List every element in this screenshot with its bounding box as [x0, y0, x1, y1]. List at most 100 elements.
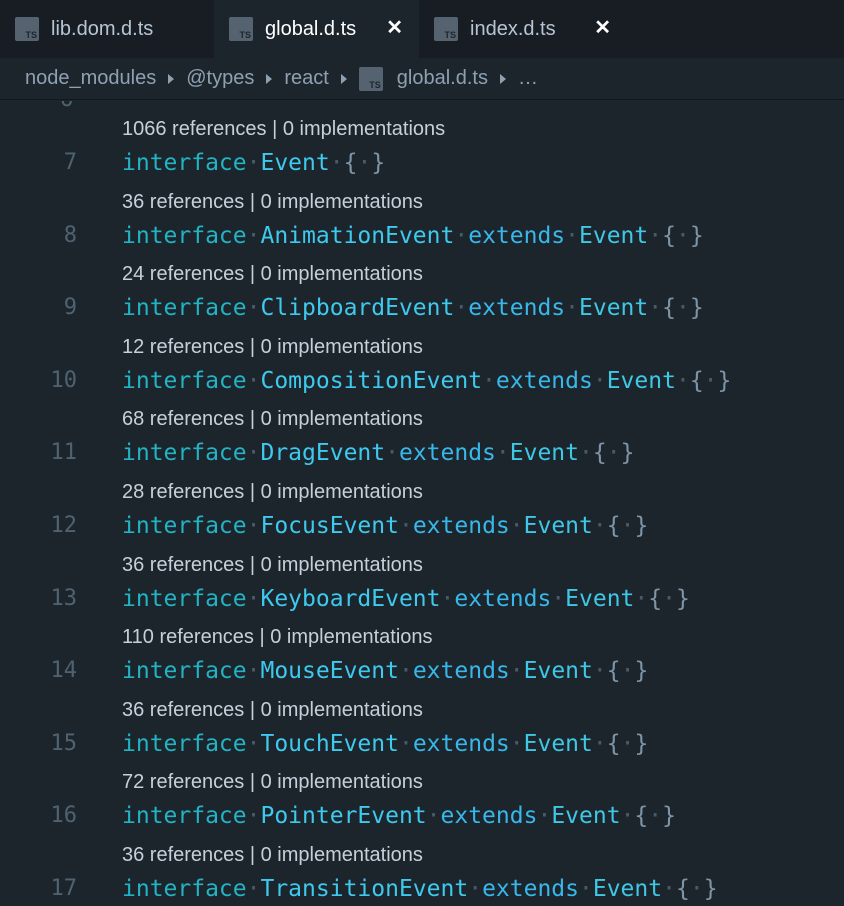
- base-type-token: Event: [509, 440, 580, 467]
- code-line[interactable]: 13 interface·KeyboardEvent·extends·Event·…: [0, 586, 844, 616]
- code-line[interactable]: 17 interface·TransitionEvent·extends·Even…: [0, 876, 844, 906]
- whitespace-marker: ·: [551, 585, 566, 612]
- braces-token: {·}: [662, 222, 704, 249]
- codelens-references[interactable]: 36 references | 0 implementations: [122, 554, 423, 577]
- tab-bar: TS lib.dom.d.ts TS global.d.ts ✕ TS inde…: [0, 0, 844, 58]
- braces-token: {·}: [606, 513, 649, 539]
- whitespace-marker: ·: [495, 440, 510, 467]
- code-line[interactable]: 10 interface·CompositionEvent·extends·Eve…: [0, 368, 844, 398]
- braces-token: {·}: [606, 730, 649, 757]
- type-name-token: DragEvent: [260, 440, 386, 467]
- codelens-references[interactable]: 24 references | 0 implementations: [122, 263, 423, 286]
- typescript-file-icon: TS: [358, 66, 383, 91]
- breadcrumb-more[interactable]: …: [518, 67, 538, 90]
- typescript-icon-label: TS: [25, 30, 37, 40]
- breadcrumb: node_modules @types react TS global.d.ts…: [0, 58, 844, 100]
- keyword-token: interface: [122, 585, 247, 612]
- codelens-references[interactable]: 12 references | 0 implementations: [122, 336, 423, 359]
- close-icon[interactable]: ✕: [594, 16, 611, 40]
- base-type-token: Event: [523, 730, 593, 757]
- typescript-file-icon: TS: [15, 17, 39, 41]
- tab-label: global.d.ts: [265, 17, 357, 40]
- line-number: 12: [50, 513, 78, 538]
- code-line[interactable]: 9 interface·ClipboardEvent·extends·Event·…: [0, 295, 844, 325]
- braces-token: {·}: [648, 585, 690, 612]
- code-line[interactable]: 7 interface·Event·{·}: [0, 150, 844, 180]
- whitespace-marker: ·: [565, 222, 580, 249]
- codelens-references[interactable]: 72 references | 0 implementations: [122, 771, 423, 794]
- code-text: interface·TransitionEvent·extends·Event·…: [122, 876, 718, 902]
- code-line[interactable]: 15 interface·TouchEvent·extends·Event·{·}: [0, 731, 844, 761]
- tab-label: index.d.ts: [470, 17, 556, 40]
- braces-token: {·}: [606, 658, 649, 685]
- code-line[interactable]: 8 interface·AnimationEvent·extends·Event·…: [0, 223, 844, 253]
- codelens-references[interactable]: 110 references | 0 implementations: [122, 626, 433, 649]
- base-type-token: Event: [523, 513, 593, 539]
- whitespace-marker: ·: [675, 367, 690, 394]
- keyword-token: interface: [122, 222, 247, 249]
- codelens-references[interactable]: 28 references | 0 implementations: [122, 481, 423, 504]
- extends-token: extends: [482, 876, 579, 902]
- extends-token: extends: [398, 440, 496, 467]
- breadcrumb-types[interactable]: @types: [186, 67, 254, 90]
- base-type-token: Event: [551, 803, 621, 830]
- code-text: interface·CompositionEvent·extends·Event…: [122, 368, 731, 394]
- code-line[interactable]: 16 interface·PointerEvent·extends·Event·{…: [0, 803, 844, 833]
- code-line[interactable]: 11 interface·DragEvent·extends·Event·{·}: [0, 440, 844, 470]
- code-text: interface·PointerEvent·extends·Event·{·}: [122, 803, 676, 829]
- line-number: 17: [50, 876, 78, 901]
- extends-token: extends: [440, 803, 538, 830]
- type-name-token: FocusEvent: [260, 513, 399, 539]
- tab-lib-dom[interactable]: TS lib.dom.d.ts: [0, 0, 214, 58]
- braces-token: {·}: [675, 876, 718, 902]
- whitespace-marker: ·: [662, 876, 676, 902]
- codelens-references[interactable]: 68 references | 0 implementations: [122, 408, 423, 431]
- breadcrumb-node-modules[interactable]: node_modules: [25, 67, 156, 90]
- tab-index[interactable]: TS index.d.ts ✕: [419, 0, 627, 58]
- whitespace-marker: ·: [246, 803, 261, 830]
- whitespace-marker: ·: [509, 658, 524, 685]
- tab-label: lib.dom.d.ts: [51, 17, 154, 40]
- line-number: 14: [50, 658, 78, 684]
- whitespace-marker: ·: [385, 440, 399, 467]
- extends-token: extends: [468, 295, 566, 322]
- whitespace-marker: ·: [246, 585, 261, 612]
- codelens-references[interactable]: 36 references | 0 implementations: [122, 699, 423, 722]
- whitespace-marker: ·: [246, 658, 261, 685]
- close-icon[interactable]: ✕: [386, 16, 403, 40]
- code-text: interface·DragEvent·extends·Event·{·}: [122, 440, 634, 466]
- extends-token: extends: [454, 585, 552, 612]
- keyword-token: interface: [122, 150, 247, 176]
- keyword-token: interface: [122, 658, 247, 685]
- whitespace-marker: ·: [426, 803, 441, 830]
- line-number: 6: [60, 101, 73, 112]
- whitespace-marker: ·: [246, 150, 261, 176]
- codelens-references[interactable]: 36 references | 0 implementations: [122, 844, 423, 867]
- breadcrumb-react[interactable]: react: [284, 67, 328, 90]
- whitespace-marker: ·: [592, 513, 607, 539]
- whitespace-marker: ·: [482, 367, 496, 394]
- codelens-references[interactable]: 1066 references | 0 implementations: [122, 118, 445, 141]
- type-name-token: PointerEvent: [260, 803, 427, 830]
- tab-global[interactable]: TS global.d.ts ✕: [214, 0, 419, 58]
- whitespace-marker: ·: [246, 367, 261, 394]
- typescript-file-icon: TS: [229, 17, 253, 41]
- whitespace-marker: ·: [454, 295, 469, 322]
- base-type-token: Event: [579, 222, 649, 249]
- whitespace-marker: ·: [592, 730, 607, 757]
- type-name-token: CompositionEvent: [260, 367, 483, 394]
- breadcrumb-file[interactable]: global.d.ts: [397, 67, 488, 90]
- code-editor[interactable]: 6 1066 references | 0 implementations 7 in…: [0, 101, 844, 906]
- whitespace-marker: ·: [579, 440, 593, 467]
- code-line[interactable]: 14 interface·MouseEvent·extends·Event·{·}: [0, 658, 844, 688]
- whitespace-marker: ·: [440, 585, 455, 612]
- codelens-references[interactable]: 36 references | 0 implementations: [122, 191, 423, 214]
- whitespace-marker: ·: [565, 295, 580, 322]
- line-number: 13: [50, 585, 78, 611]
- chevron-right-icon: [168, 73, 175, 84]
- line-number: 15: [50, 730, 78, 756]
- line-number: 11: [50, 440, 78, 466]
- chevron-right-icon: [340, 73, 347, 84]
- code-line[interactable]: 12 interface·FocusEvent·extends·Event·{·}: [0, 513, 844, 543]
- code-text: interface·TouchEvent·extends·Event·{·}: [122, 731, 648, 757]
